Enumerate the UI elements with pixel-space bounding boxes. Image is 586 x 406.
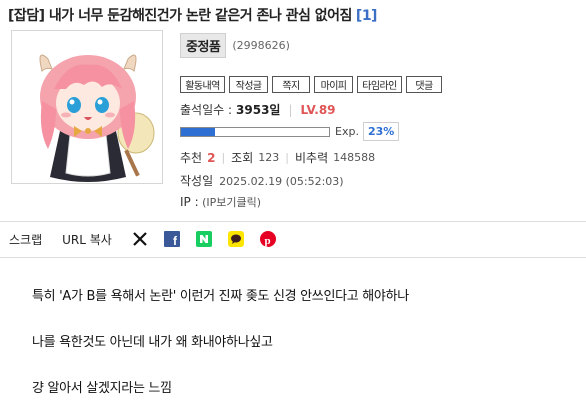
menu-message-button[interactable]: 쪽지	[272, 76, 310, 93]
recommend-label: 추천	[180, 151, 203, 165]
post-date: 작성일 2025.02.19 (05:52:03)	[180, 172, 344, 189]
ip-label: IP :	[180, 195, 199, 209]
author-nickname[interactable]: 중정품	[180, 33, 227, 58]
facebook-icon[interactable]: f	[163, 231, 180, 247]
attendance-value: 3953일	[236, 103, 281, 117]
exp-row: Exp. 23%	[180, 122, 400, 141]
views-label: 조회	[231, 151, 254, 165]
body-line: 걍 알아서 살겠지라는 느낌	[32, 381, 172, 396]
avatar-illustration	[39, 54, 155, 182]
body-line: 나를 욕한것도 아닌데 내가 왜 화내야하나싶고	[32, 335, 273, 350]
date-label: 작성일	[180, 174, 214, 188]
ip-reveal-link[interactable]: (IP보기클릭)	[202, 196, 261, 209]
date-value: 2025.02.19 (05:52:03)	[219, 175, 344, 188]
attendance-row: 출석일수 : 3953일 | LV.89	[180, 101, 336, 118]
ratio-value: 148588	[333, 151, 376, 164]
body-line: 특히 'A가 B를 욕해서 논란' 이런거 진짜 좆도 신경 안쓰인다고 해야하…	[32, 289, 409, 304]
separator: |	[288, 102, 293, 117]
author-info: 중정품 (2998626)	[180, 33, 290, 58]
post-title: [잡담] 내가 너무 둔감해진건가 논란 같은거 존나 관심 없어짐 [1]	[8, 5, 377, 25]
naver-icon[interactable]	[195, 231, 212, 247]
attendance-label: 출석일수 :	[180, 103, 233, 117]
post-title-text: [잡담] 내가 너무 둔감해진건가 논란 같은거 존나 관심 없어짐	[8, 8, 352, 24]
menu-mypi-button[interactable]: 마이피	[314, 76, 353, 93]
author-user-id: (2998626)	[232, 39, 290, 52]
level-badge: LV.89	[300, 102, 336, 117]
share-bar: 스크랩 URL 복사 f p	[9, 229, 292, 249]
post-body: 특히 'A가 B를 욕해서 논란' 이런거 진짜 좆도 신경 안쓰인다고 해야하…	[32, 286, 409, 406]
ratio-label: 비추력	[294, 151, 329, 165]
menu-timeline-button[interactable]: 타임라인	[357, 76, 402, 93]
menu-posts-button[interactable]: 작성글	[229, 76, 268, 93]
menu-activity-button[interactable]: 활동내역	[180, 76, 225, 93]
exp-label: Exp.	[335, 125, 359, 138]
exp-percent: 23%	[362, 122, 400, 141]
scrap-button[interactable]: 스크랩	[9, 231, 42, 248]
exp-progress-fill	[181, 127, 216, 136]
menu-comments-button[interactable]: 댓글	[406, 76, 442, 93]
divider	[0, 257, 586, 258]
views-count: 123	[258, 151, 280, 164]
post-ip: IP : (IP보기클릭)	[180, 194, 261, 210]
divider	[0, 221, 586, 222]
exp-progress-bar	[180, 126, 330, 137]
kakaotalk-icon[interactable]	[227, 231, 244, 247]
recommend-count: 2	[207, 150, 216, 165]
url-copy-button[interactable]: URL 복사	[62, 231, 112, 248]
svg-text:p: p	[264, 235, 270, 247]
author-avatar[interactable]	[11, 30, 163, 184]
pinterest-icon[interactable]: p	[259, 231, 276, 247]
author-menu: 활동내역 작성글 쪽지 마이피 타임라인 댓글	[180, 76, 446, 93]
separator: |	[285, 151, 289, 164]
separator: |	[221, 151, 226, 164]
comment-count-link[interactable]: [1]	[356, 8, 378, 24]
x-icon[interactable]	[132, 231, 148, 247]
post-stats: 추천 2 | 조회 123 | 비추력 148588	[180, 149, 375, 166]
